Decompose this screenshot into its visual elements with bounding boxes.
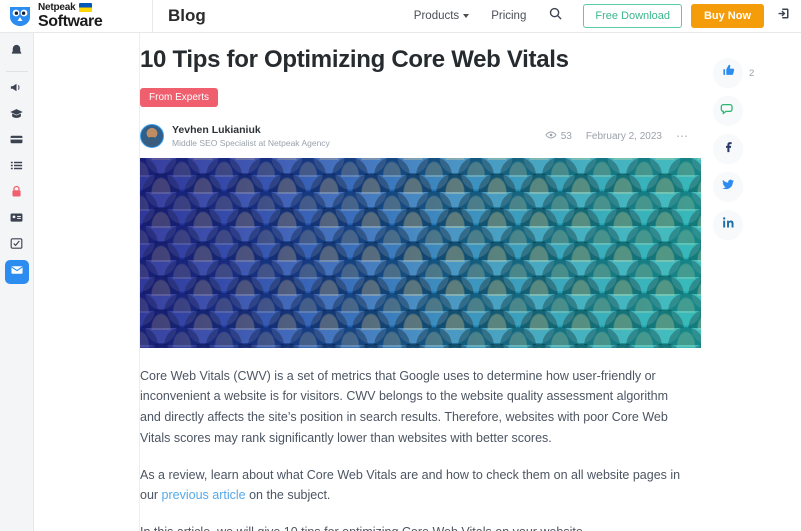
share-row-twitter [713,172,773,202]
wallet-card-icon [9,132,24,152]
paragraph-review: As a review, learn about what Core Web V… [140,465,689,507]
login-button[interactable] [776,6,791,26]
graduation-cap-icon [9,106,24,126]
buy-now-button[interactable]: Buy Now [690,4,764,28]
facebook-share-button[interactable] [713,134,743,164]
share-rail: 2 [713,58,773,240]
linkedin-share-button[interactable] [713,210,743,240]
linkedin-icon [721,215,736,235]
share-row-comment [713,96,773,126]
article-body: Core Web Vitals (CWV) is a set of metric… [140,348,701,531]
chevron-down-icon [463,14,470,18]
more-options-icon[interactable]: ⋯ [676,129,689,143]
checklist-task-icon [9,236,24,256]
bell-notification-icon [9,43,24,63]
author-name[interactable]: Yevhen Lukianiuk [172,124,330,137]
hero-color-overlay [140,157,701,348]
netpeak-owl-logo-icon [7,3,33,29]
search-icon [548,6,563,26]
comment-button[interactable] [713,96,743,126]
status-badge[interactable]: From Experts [140,87,219,107]
nav-item-pricing-label: Pricing [491,10,527,22]
twitter-share-button[interactable] [713,172,743,202]
sidebar-item-wallet[interactable] [5,130,29,154]
like-count: 2 [749,67,755,79]
like-button[interactable] [713,58,743,88]
page-title: Blog [168,6,206,25]
paragraph-outline: In this article, we will give 10 tips fo… [140,522,689,531]
sidebar-item-mail[interactable] [4,260,29,284]
share-row-like: 2 [713,58,773,88]
publish-date: February 2, 2023 [585,130,662,142]
sidebar-item-security[interactable] [5,182,29,206]
nav-item-products[interactable]: Products [413,10,470,22]
nav-item-pricing[interactable]: Pricing [491,10,526,22]
mail-icon [10,263,24,282]
megaphone-icon [9,80,24,100]
id-card-icon [9,210,24,230]
nav-item-products-label: Products [413,10,460,22]
comment-bubble-icon [720,101,736,122]
header-nav: Products Pricing [414,10,527,22]
sidebar-item-tasks[interactable] [5,234,29,258]
previous-article-link[interactable]: previous article [162,488,246,502]
ukraine-flag-icon [78,3,92,12]
article-title: 10 Tips for Optimizing Core Web Vitals [140,46,569,73]
twitter-icon [721,177,736,197]
list-icon [9,158,24,178]
free-download-button[interactable]: Free Download [583,4,682,28]
sidebar-item-notifications[interactable] [5,41,29,65]
search-button[interactable] [548,6,563,26]
thumbs-up-icon [721,63,736,83]
byline: Yevhen Lukianiuk Middle SEO Specialist a… [140,124,701,149]
article-meta: 53 February 2, 2023 ⋯ [545,129,701,144]
eye-icon [545,129,557,144]
login-arrow-icon [776,6,791,26]
sidebar-divider [5,71,28,72]
view-count: 53 [545,129,572,144]
left-gutter [34,33,140,531]
share-row-linkedin [713,210,773,240]
facebook-icon [721,139,736,159]
lock-icon [9,184,24,204]
view-count-value: 53 [560,130,572,142]
avatar[interactable] [140,124,164,149]
share-row-facebook [713,134,773,164]
sidebar-item-announcements[interactable] [5,78,29,102]
hero-image [140,157,701,348]
sidebar-item-list[interactable] [5,156,29,180]
left-sidebar [0,33,34,531]
top-header: Netpeak Software Blog Products Pricing F… [0,0,801,33]
author-info: Yevhen Lukianiuk Middle SEO Specialist a… [172,124,330,149]
article-column: 10 Tips for Optimizing Core Web Vitals F… [140,33,701,531]
brand-software-text: Software [38,12,103,30]
sidebar-item-academy[interactable] [5,104,29,128]
paragraph-review-after: on the subject. [245,488,331,503]
brand-logo[interactable]: Netpeak Software [0,0,150,33]
paragraph-intro: Core Web Vitals (CWV) is a set of metric… [140,368,669,445]
sidebar-item-contacts[interactable] [5,208,29,232]
brand-netpeak-text: Netpeak [38,1,76,13]
author-role: Middle SEO Specialist at Netpeak Agency [172,137,330,148]
